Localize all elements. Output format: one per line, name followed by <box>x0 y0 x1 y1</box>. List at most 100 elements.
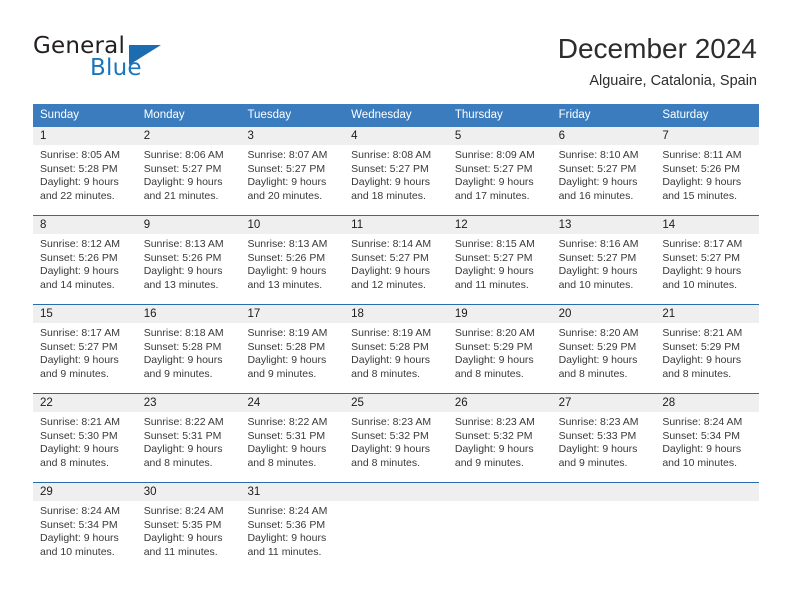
day-cell[interactable]: Sunrise: 8:24 AM Sunset: 5:34 PM Dayligh… <box>655 412 759 482</box>
sunrise-text: Sunrise: 8:05 AM <box>40 149 120 161</box>
day-number[interactable]: 27 <box>552 394 656 412</box>
sunset-text: Sunset: 5:29 PM <box>454 340 533 353</box>
day-cell[interactable]: Sunrise: 8:23 AM Sunset: 5:33 PM Dayligh… <box>552 412 656 482</box>
day-cell[interactable]: Sunrise: 8:14 AM Sunset: 5:27 PM Dayligh… <box>344 234 448 304</box>
day-number[interactable]: 17 <box>240 305 344 323</box>
sunset-text: Sunset: 5:27 PM <box>351 251 429 264</box>
daylight-text-line1: Daylight: 9 hours <box>454 265 534 277</box>
day-number[interactable]: 24 <box>240 394 344 412</box>
day-cell[interactable]: Sunrise: 8:07 AM Sunset: 5:27 PM Dayligh… <box>240 145 344 215</box>
day-detail-band: Sunrise: 8:24 AM Sunset: 5:34 PM Dayligh… <box>33 501 759 571</box>
day-number[interactable]: 10 <box>240 216 344 234</box>
day-cell[interactable]: Sunrise: 8:11 AM Sunset: 5:26 PM Dayligh… <box>655 145 759 215</box>
daylight-text-line1: Daylight: 9 hours <box>247 176 327 188</box>
day-number[interactable]: 31 <box>240 483 344 501</box>
weekday-header-saturday: Saturday <box>662 109 709 121</box>
day-cell-empty <box>344 501 448 571</box>
daylight-text-line2: and 8 minutes. <box>351 367 421 380</box>
day-number[interactable]: 13 <box>552 216 656 234</box>
day-number[interactable]: 18 <box>344 305 448 323</box>
day-number[interactable]: 2 <box>137 127 241 145</box>
sunrise-text: Sunrise: 8:10 AM <box>558 149 639 161</box>
daylight-text-line2: and 9 minutes. <box>143 367 213 380</box>
day-cell[interactable]: Sunrise: 8:21 AM Sunset: 5:29 PM Dayligh… <box>655 323 759 393</box>
day-cell[interactable]: Sunrise: 8:19 AM Sunset: 5:28 PM Dayligh… <box>344 323 448 393</box>
day-cell[interactable]: Sunrise: 8:06 AM Sunset: 5:27 PM Dayligh… <box>137 145 241 215</box>
day-number[interactable]: 6 <box>552 127 656 145</box>
day-cell[interactable]: Sunrise: 8:22 AM Sunset: 5:31 PM Dayligh… <box>137 412 241 482</box>
daylight-text-line2: and 10 minutes. <box>40 545 115 558</box>
daylight-text-line1: Daylight: 9 hours <box>143 443 223 455</box>
day-number[interactable]: 25 <box>344 394 448 412</box>
daylight-text-line2: and 11 minutes. <box>454 278 529 291</box>
sunrise-text: Sunrise: 8:23 AM <box>558 416 639 428</box>
day-number[interactable]: 21 <box>655 305 759 323</box>
day-number[interactable]: 15 <box>33 305 137 323</box>
day-number[interactable]: 14 <box>655 216 759 234</box>
day-number[interactable]: 7 <box>655 127 759 145</box>
daylight-text-line2: and 11 minutes. <box>247 545 322 558</box>
day-number[interactable]: 20 <box>552 305 656 323</box>
weekday-header-friday: Friday <box>558 109 591 121</box>
day-cell[interactable]: Sunrise: 8:08 AM Sunset: 5:27 PM Dayligh… <box>344 145 448 215</box>
day-number[interactable]: 3 <box>240 127 344 145</box>
day-cell[interactable]: Sunrise: 8:18 AM Sunset: 5:28 PM Dayligh… <box>137 323 241 393</box>
day-number-band: 8 9 10 11 12 13 14 <box>33 216 759 234</box>
day-cell[interactable]: Sunrise: 8:21 AM Sunset: 5:30 PM Dayligh… <box>33 412 137 482</box>
day-cell[interactable]: Sunrise: 8:17 AM Sunset: 5:27 PM Dayligh… <box>33 323 137 393</box>
day-number[interactable]: 16 <box>137 305 241 323</box>
day-number[interactable]: 4 <box>344 127 448 145</box>
weekday-header-monday: Monday <box>143 109 185 121</box>
sunrise-text: Sunrise: 8:21 AM <box>40 416 120 428</box>
day-number[interactable]: 19 <box>448 305 552 323</box>
day-cell[interactable]: Sunrise: 8:20 AM Sunset: 5:29 PM Dayligh… <box>552 323 656 393</box>
day-number[interactable]: 9 <box>137 216 241 234</box>
day-number[interactable]: 12 <box>448 216 552 234</box>
brand-logo[interactable]: General Blue <box>33 33 263 89</box>
day-cell[interactable]: Sunrise: 8:24 AM Sunset: 5:34 PM Dayligh… <box>33 501 137 571</box>
daylight-text-line1: Daylight: 9 hours <box>454 443 534 455</box>
day-number[interactable]: 22 <box>33 394 137 412</box>
day-number[interactable]: 5 <box>448 127 552 145</box>
day-cell[interactable]: Sunrise: 8:12 AM Sunset: 5:26 PM Dayligh… <box>33 234 137 304</box>
day-cell[interactable]: Sunrise: 8:15 AM Sunset: 5:27 PM Dayligh… <box>448 234 552 304</box>
day-cell[interactable]: Sunrise: 8:24 AM Sunset: 5:35 PM Dayligh… <box>137 501 241 571</box>
daylight-text-line1: Daylight: 9 hours <box>662 176 742 188</box>
sunrise-text: Sunrise: 8:19 AM <box>247 327 328 339</box>
weekday-header-tuesday: Tuesday <box>247 109 292 121</box>
day-cell[interactable]: Sunrise: 8:17 AM Sunset: 5:27 PM Dayligh… <box>655 234 759 304</box>
day-cell[interactable]: Sunrise: 8:23 AM Sunset: 5:32 PM Dayligh… <box>344 412 448 482</box>
day-cell[interactable]: Sunrise: 8:13 AM Sunset: 5:26 PM Dayligh… <box>137 234 241 304</box>
day-number[interactable]: 11 <box>344 216 448 234</box>
day-number[interactable]: 8 <box>33 216 137 234</box>
daylight-text-line2: and 8 minutes. <box>662 367 732 380</box>
day-cell[interactable]: Sunrise: 8:24 AM Sunset: 5:36 PM Dayligh… <box>240 501 344 571</box>
day-number[interactable]: 30 <box>137 483 241 501</box>
week-row: 1 2 3 4 5 6 7 Sunrise: 8:05 AM Sunset: 5… <box>33 127 759 215</box>
daylight-text-line2: and 12 minutes. <box>351 278 426 291</box>
day-cell[interactable]: Sunrise: 8:13 AM Sunset: 5:26 PM Dayligh… <box>240 234 344 304</box>
sunset-text: Sunset: 5:34 PM <box>40 518 118 531</box>
sunrise-text: Sunrise: 8:16 AM <box>558 238 639 250</box>
day-number[interactable]: 23 <box>137 394 241 412</box>
day-number[interactable]: 29 <box>33 483 137 501</box>
daylight-text-line1: Daylight: 9 hours <box>143 176 223 188</box>
day-cell[interactable]: Sunrise: 8:16 AM Sunset: 5:27 PM Dayligh… <box>552 234 656 304</box>
day-cell[interactable]: Sunrise: 8:10 AM Sunset: 5:27 PM Dayligh… <box>552 145 656 215</box>
day-number[interactable]: 1 <box>33 127 137 145</box>
week-row: 8 9 10 11 12 13 14 Sunrise: 8:12 AM Suns… <box>33 215 759 304</box>
day-number[interactable]: 28 <box>655 394 759 412</box>
daylight-text-line2: and 9 minutes. <box>247 367 317 380</box>
day-cell[interactable]: Sunrise: 8:09 AM Sunset: 5:27 PM Dayligh… <box>448 145 552 215</box>
sunset-text: Sunset: 5:27 PM <box>558 162 637 175</box>
day-cell[interactable]: Sunrise: 8:23 AM Sunset: 5:32 PM Dayligh… <box>448 412 552 482</box>
day-cell[interactable]: Sunrise: 8:05 AM Sunset: 5:28 PM Dayligh… <box>33 145 137 215</box>
day-number-band: 15 16 17 18 19 20 21 <box>33 305 759 323</box>
day-cell[interactable]: Sunrise: 8:19 AM Sunset: 5:28 PM Dayligh… <box>240 323 344 393</box>
daylight-text-line1: Daylight: 9 hours <box>351 176 430 188</box>
sunset-text: Sunset: 5:28 PM <box>247 340 326 353</box>
sunrise-text: Sunrise: 8:19 AM <box>351 327 432 339</box>
day-cell[interactable]: Sunrise: 8:20 AM Sunset: 5:29 PM Dayligh… <box>448 323 552 393</box>
day-number[interactable]: 26 <box>448 394 552 412</box>
day-cell[interactable]: Sunrise: 8:22 AM Sunset: 5:31 PM Dayligh… <box>240 412 344 482</box>
